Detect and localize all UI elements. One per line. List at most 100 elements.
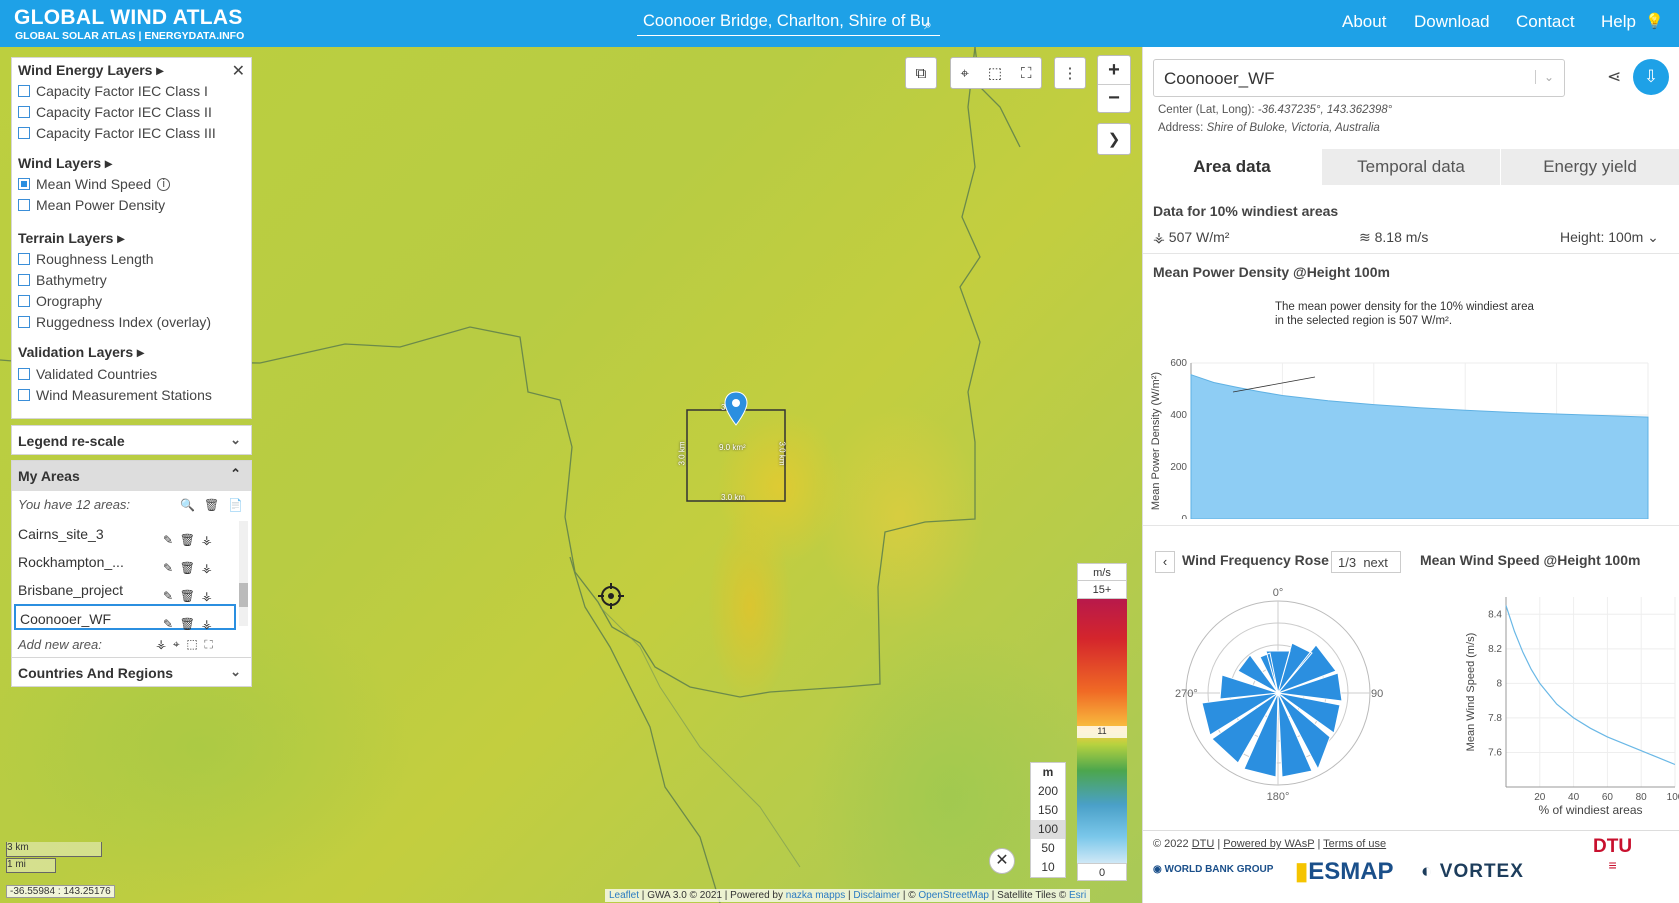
edit-icon[interactable]: ✎	[163, 561, 173, 575]
wind-turbine-icon[interactable]: ⚶	[202, 617, 212, 631]
nazka-link[interactable]: nazka mapps	[786, 890, 845, 901]
wasp-link[interactable]: Powered by WAsP	[1223, 838, 1314, 850]
height-dropdown[interactable]: Height: 100m ⌄	[1560, 229, 1659, 246]
nav-about[interactable]: About	[1342, 12, 1386, 32]
checkbox[interactable]	[18, 253, 30, 265]
my-areas-header[interactable]: My Areas ⌃	[12, 461, 251, 491]
height-option-10[interactable]: 10	[1031, 858, 1065, 877]
countries-regions-panel[interactable]: Countries And Regions ⌄	[11, 657, 252, 687]
download-icon[interactable]: ⇩	[1633, 59, 1669, 95]
checkbox-checked[interactable]	[18, 178, 30, 190]
expand-panel-button[interactable]: ❯	[1097, 123, 1131, 155]
layer-mean-wind-speed[interactable]: Mean Wind Speed i	[18, 176, 171, 192]
crosshair-icon[interactable]	[598, 583, 624, 609]
wind-frequency-rose[interactable]: 0° 90° 180° 270°	[1173, 584, 1383, 802]
validation-layers-header[interactable]: Validation Layers ▸	[18, 344, 144, 361]
rose-next-button[interactable]: 1/3 next	[1331, 551, 1401, 573]
layer-bathymetry[interactable]: Bathymetry	[18, 272, 107, 288]
legend-marker[interactable]: 11	[1077, 726, 1127, 738]
share-icon[interactable]: ⋖	[1607, 67, 1621, 87]
edit-icon[interactable]: ✎	[163, 589, 173, 603]
wind-speed-chart[interactable]: 7.6 7.8 8 8.2 8.4 20 40 60 80 100 % of windiest ar…	[1403, 577, 1679, 817]
nav-download[interactable]: Download	[1414, 12, 1490, 32]
leaflet-link[interactable]: Leaflet	[609, 890, 639, 901]
file-icon[interactable]: 📄	[228, 498, 243, 512]
checkbox[interactable]	[18, 199, 30, 211]
wind-turbine-icon[interactable]: ⚶	[156, 637, 166, 651]
checkbox[interactable]	[18, 274, 30, 286]
more-options-button[interactable]: ⋮	[1054, 57, 1086, 89]
checkbox[interactable]	[18, 316, 30, 328]
draw-polygon-icon[interactable]: ⛶	[1021, 65, 1032, 82]
height-option-150[interactable]: 150	[1031, 801, 1065, 820]
layer-cf-class-1[interactable]: Capacity Factor IEC Class I	[18, 83, 208, 99]
tab-area-data[interactable]: Area data	[1143, 149, 1322, 185]
draw-rectangle-icon[interactable]: ⬚	[988, 64, 1002, 82]
zoom-out-button[interactable]: −	[1098, 85, 1130, 112]
dtu-link[interactable]: DTU	[1192, 838, 1215, 850]
disclaimer-link[interactable]: Disclaimer	[853, 890, 900, 901]
scrollbar-thumb[interactable]	[239, 583, 248, 607]
app-subtitle[interactable]: GLOBAL SOLAR ATLAS | ENERGYDATA.INFO	[15, 30, 244, 42]
legend-gradient[interactable]: 11	[1077, 599, 1127, 863]
nav-contact[interactable]: Contact	[1516, 12, 1575, 32]
layer-measurement-stations[interactable]: Wind Measurement Stations	[18, 387, 212, 403]
tab-temporal-data[interactable]: Temporal data	[1322, 149, 1501, 185]
rose-prev-button[interactable]: ‹	[1155, 551, 1175, 573]
wind-layers-header[interactable]: Wind Layers ▸	[18, 155, 112, 172]
height-option-50[interactable]: 50	[1031, 839, 1065, 858]
area-list-scrollbar[interactable]	[239, 521, 248, 626]
wind-turbine-icon[interactable]: ⚶	[202, 561, 212, 575]
world-bank-logo[interactable]: ◉ WORLD BANK GROUP	[1153, 864, 1273, 875]
checkbox[interactable]	[18, 295, 30, 307]
layer-mean-power-density[interactable]: Mean Power Density	[18, 197, 165, 213]
wind-turbine-icon[interactable]: ⚶	[202, 533, 212, 547]
terrain-layers-header[interactable]: Terrain Layers ▸	[18, 230, 124, 247]
layer-roughness[interactable]: Roughness Length	[18, 251, 154, 267]
layer-validated-countries[interactable]: Validated Countries	[18, 366, 157, 382]
wind-turbine-icon[interactable]: ⚶	[202, 589, 212, 603]
wind-energy-layers-header[interactable]: Wind Energy Layers ▸	[18, 62, 163, 79]
height-option-200[interactable]: 200	[1031, 782, 1065, 801]
height-option-100[interactable]: 100	[1031, 820, 1065, 839]
checkbox[interactable]	[18, 389, 30, 401]
edit-icon[interactable]: ✎	[163, 617, 173, 631]
layer-cf-class-2[interactable]: Capacity Factor IEC Class II	[18, 104, 212, 120]
close-icon[interactable]: ✕	[232, 61, 245, 81]
layer-orography[interactable]: Orography	[18, 293, 102, 309]
search-icon[interactable]: ⌕	[918, 14, 938, 35]
info-icon[interactable]: i	[157, 177, 171, 191]
nav-help[interactable]: Help	[1601, 12, 1636, 32]
checkbox[interactable]	[18, 106, 30, 118]
lightbulb-icon[interactable]: 💡	[1645, 12, 1664, 30]
esmap-logo[interactable]: ▮ESMAP	[1295, 857, 1394, 886]
vortex-logo[interactable]: ◐ VORTEX	[1421, 861, 1524, 883]
layer-cf-class-3[interactable]: Capacity Factor IEC Class III	[18, 125, 216, 141]
trash-icon[interactable]: 🗑	[180, 589, 195, 603]
terms-link[interactable]: Terms of use	[1323, 838, 1386, 850]
search-icon[interactable]: 🔍	[180, 498, 195, 512]
zoom-in-button[interactable]: +	[1098, 56, 1130, 85]
app-title[interactable]: GLOBAL WIND ATLAS	[14, 6, 243, 30]
location-pin-icon[interactable]	[724, 391, 748, 427]
checkbox[interactable]	[18, 368, 30, 380]
draw-point-icon[interactable]: ⌖	[960, 65, 968, 82]
checkbox[interactable]	[18, 127, 30, 139]
trash-icon[interactable]: 🗑	[180, 533, 195, 547]
area-select[interactable]: Coonooer_WF ⌄	[1153, 59, 1565, 97]
trash-icon[interactable]: 🗑	[204, 498, 219, 512]
edit-icon[interactable]: ✎	[163, 533, 173, 547]
location-search[interactable]: Coonooer Bridge, Charlton, Shire of Bu ⌕	[637, 10, 940, 36]
tab-energy-yield[interactable]: Energy yield	[1501, 149, 1679, 185]
rectangle-icon[interactable]: ⬚	[186, 637, 197, 651]
layer-ruggedness[interactable]: Ruggedness Index (overlay)	[18, 314, 211, 330]
point-icon[interactable]: ⌖	[173, 637, 180, 651]
dtu-logo[interactable]: DTU ≡	[1593, 837, 1632, 875]
esri-link[interactable]: Esri	[1069, 890, 1086, 901]
layers-toggle-button[interactable]: ⧉	[905, 57, 937, 89]
osm-link[interactable]: OpenStreetMap	[918, 890, 989, 901]
checkbox[interactable]	[18, 85, 30, 97]
trash-icon[interactable]: 🗑	[180, 617, 195, 631]
polygon-icon[interactable]: ⛶	[204, 637, 212, 651]
legend-rescale-panel[interactable]: Legend re-scale ⌄	[11, 425, 252, 455]
